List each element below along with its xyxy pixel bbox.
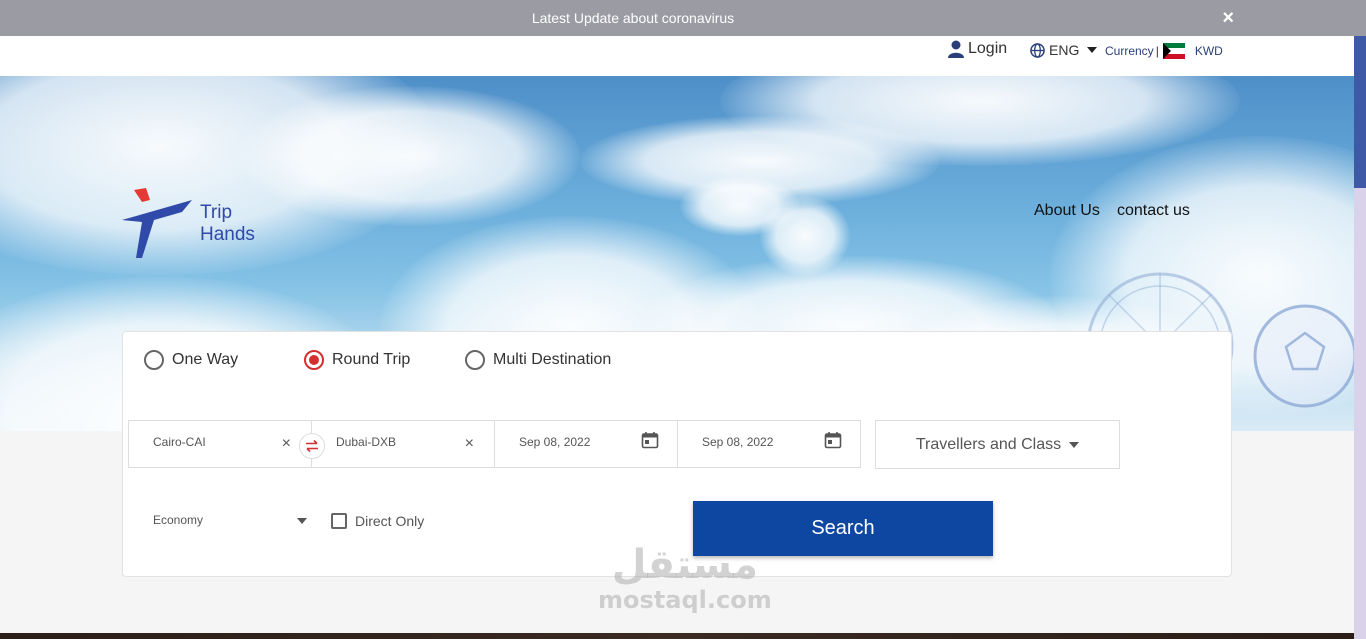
login-label: Login [968,40,1008,57]
currency-code: KWD [1194,44,1223,58]
scrollbar-thumb[interactable] [1354,36,1366,188]
logo-line-1: Trip [200,202,233,223]
radio-round-trip[interactable] [304,350,324,370]
close-icon[interactable]: × [1222,8,1234,28]
scrollbar-track [1354,188,1366,639]
banner-text[interactable]: Latest Update about coronavirus [532,10,734,26]
return-date-value: Sep 08, 2022 [702,435,774,449]
logo-wordmark: Trip Hands [200,202,255,246]
user-icon [948,40,964,58]
chevron-down-icon [1069,441,1080,448]
nav-about-us[interactable]: About Us [1034,202,1100,220]
direct-only-checkbox[interactable] [331,513,347,529]
destination-field[interactable]: Dubai-DXB × [311,420,495,468]
flight-search-card: One Way Round Trip Multi Destination Cai… [122,331,1232,577]
watermark-latin: mostaql.com [598,586,772,614]
kuwait-flag-icon [1162,43,1185,59]
travellers-label: Travellers and Class [915,435,1062,453]
radio-one-way[interactable] [144,350,164,370]
trip-type-multi-destination[interactable]: Multi Destination [465,350,611,370]
origin-value: Cairo-CAI [153,435,206,449]
calendar-icon[interactable] [641,431,659,449]
language-label: ENG [1049,42,1080,58]
announcement-banner: Latest Update about coronavirus × [0,0,1366,36]
one-way-label: One Way [172,351,239,368]
multi-destination-label: Multi Destination [493,351,612,368]
swap-arrows-icon[interactable] [299,433,325,459]
travellers-and-class-dropdown[interactable]: Travellers and Class [875,420,1120,469]
login-link[interactable]: Login [948,40,1007,58]
plane-logo-icon [122,188,192,258]
currency-separator: | [1155,44,1159,58]
chevron-down-icon [1087,47,1098,53]
cabin-class-value: Economy [153,513,204,527]
direct-only-label: Direct Only [355,513,425,529]
currency-label: Currency [1105,44,1154,58]
clear-destination-icon[interactable]: × [465,435,474,453]
nav-contact-us[interactable]: contact us [1117,202,1190,220]
football-graphic [1253,304,1354,408]
depart-date-field[interactable]: Sep 08, 2022 [494,420,678,468]
mostaql-watermark: مستقل mostaql.com [598,543,772,613]
round-trip-label: Round Trip [332,351,411,368]
return-date-field[interactable]: Sep 08, 2022 [677,420,861,468]
direct-only-option[interactable]: Direct Only [331,513,424,529]
trip-type-round-trip[interactable]: Round Trip [304,350,410,370]
destination-value: Dubai-DXB [336,435,397,449]
trip-hands-logo[interactable]: Trip Hands [120,188,255,260]
clear-origin-icon[interactable]: × [282,435,291,453]
footer-image-strip [0,633,1354,639]
logo-line-2: Hands [200,224,255,245]
globe-icon [1030,42,1045,58]
top-bar: Login ENG Currency | KWD [0,36,1354,76]
origin-field[interactable]: Cairo-CAI × [128,420,312,468]
cabin-class-select[interactable]: Economy [153,513,307,527]
watermark-arabic: مستقل [611,542,758,588]
currency-selector[interactable]: Currency | KWD [1105,43,1223,59]
language-selector[interactable]: ENG [1030,42,1098,58]
chevron-down-icon [297,518,307,524]
depart-date-value: Sep 08, 2022 [519,435,591,449]
radio-multi-destination[interactable] [465,350,485,370]
calendar-icon[interactable] [824,431,842,449]
trip-type-one-way[interactable]: One Way [144,350,238,370]
